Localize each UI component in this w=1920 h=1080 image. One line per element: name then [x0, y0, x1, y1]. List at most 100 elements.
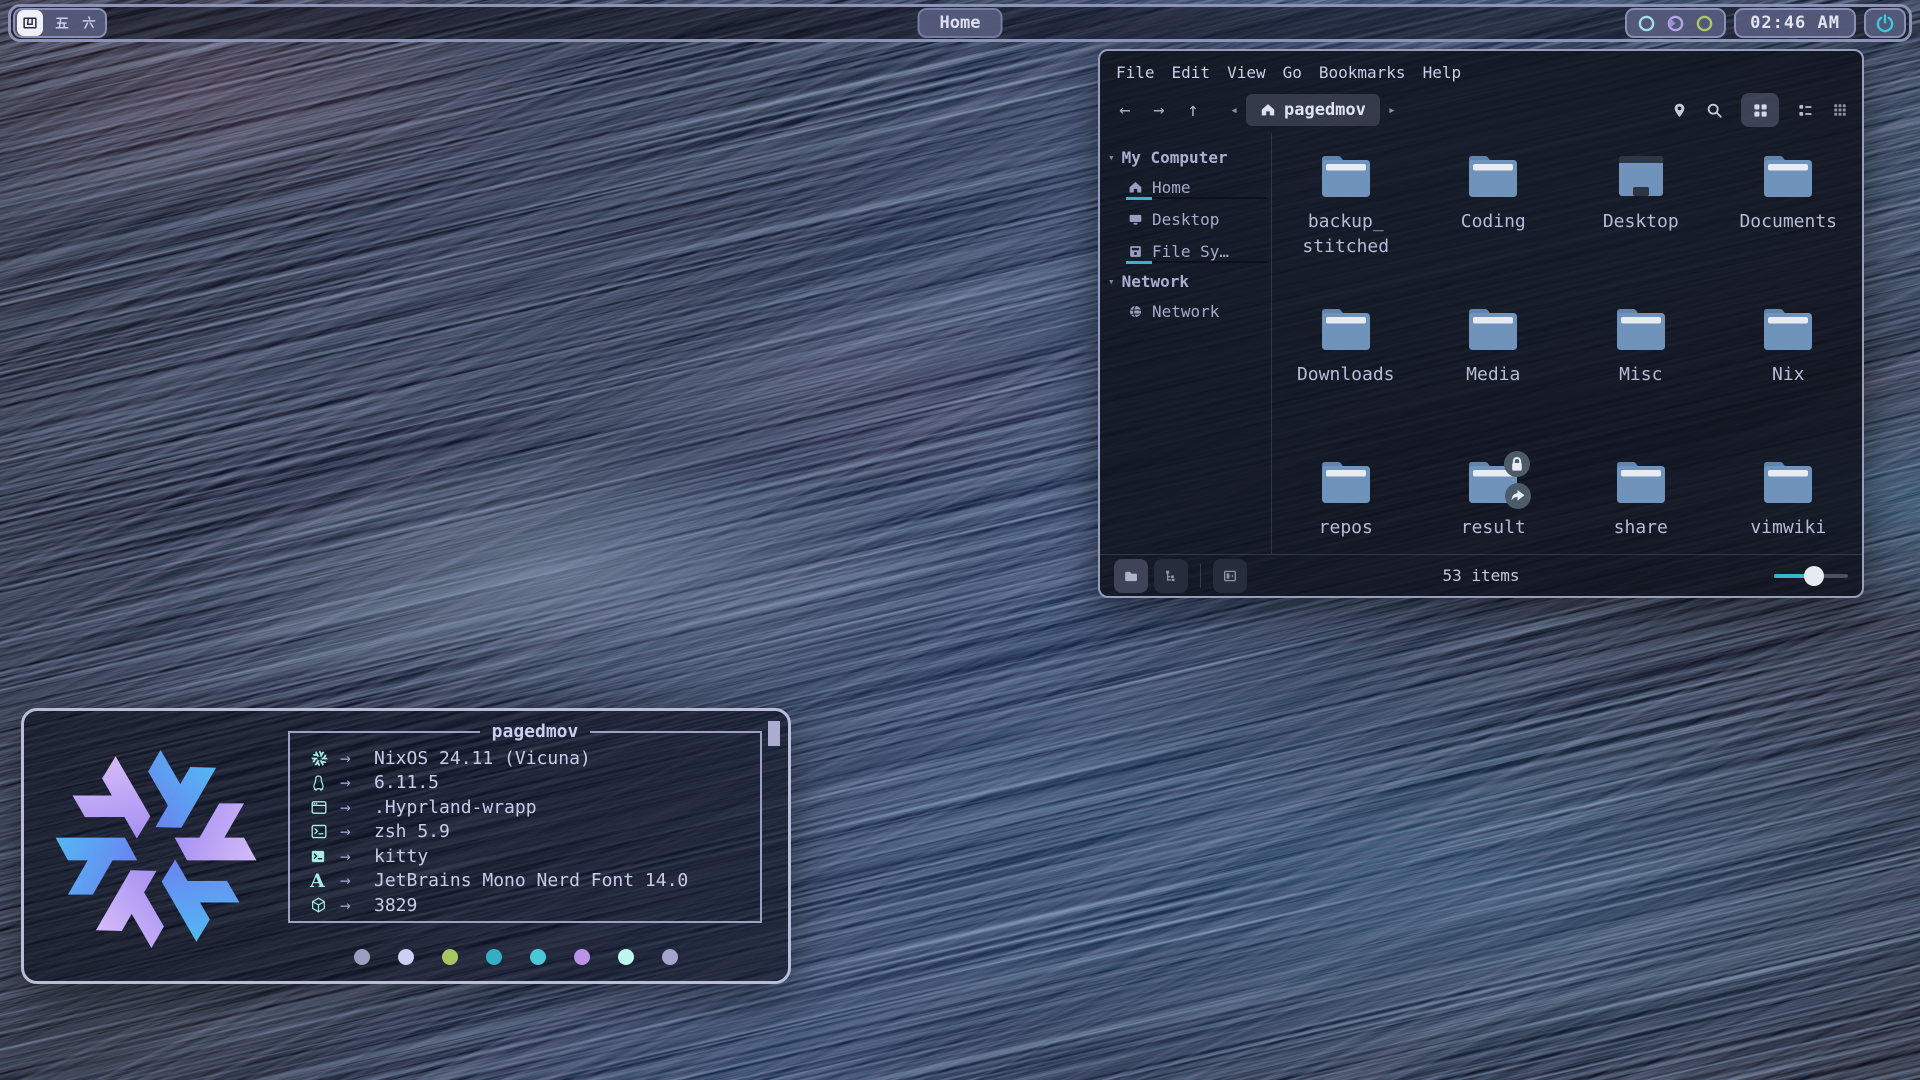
os-value: NixOS 24.11 (Vicuna)	[374, 748, 591, 769]
folder-icon	[1760, 304, 1816, 354]
fetch-terminal-panel: pagedmov → NixOS 24.11 (Vicuna)	[21, 708, 791, 984]
packages-icon	[310, 896, 340, 914]
sidebar-group-label: Network	[1122, 272, 1189, 291]
folder-icon	[1613, 457, 1669, 507]
sidebar-item-file-system[interactable]: File Sy…	[1100, 235, 1271, 267]
sidebar-item-home[interactable]: Home	[1100, 171, 1271, 203]
home-icon	[1260, 102, 1276, 118]
file-item-label: share	[1614, 515, 1668, 540]
tux-penguin-icon	[310, 774, 340, 792]
slider-handle[interactable]	[1804, 566, 1824, 586]
sidebar-item-label: Home	[1152, 178, 1191, 197]
sidebar-item-label: Desktop	[1152, 210, 1219, 229]
arrow-glyph: →	[340, 846, 374, 867]
power-icon	[1875, 13, 1895, 33]
cpu-ring-icon	[1637, 14, 1656, 33]
kernel-value: 6.11.5	[374, 772, 439, 793]
status-bar: 53 items	[1100, 554, 1862, 596]
sidebar-item-network[interactable]: Network	[1100, 295, 1271, 327]
arrow-glyph: →	[340, 821, 374, 842]
terminal-icon	[310, 849, 340, 864]
power-button[interactable]	[1864, 8, 1906, 38]
workspace-4-glyph	[22, 15, 38, 31]
back-button[interactable]: ←	[1110, 99, 1140, 121]
palette-dot	[442, 949, 458, 965]
compact-view-icon[interactable]	[1832, 102, 1848, 118]
workspace-6-button[interactable]	[81, 15, 97, 31]
sidebar-group-my-computer[interactable]: ▾ My Computer	[1100, 143, 1271, 171]
sidebar-group-label: My Computer	[1122, 148, 1228, 167]
workspace-5-button[interactable]	[54, 15, 70, 31]
file-item-media[interactable]: Media	[1420, 304, 1568, 457]
folder-icon	[1318, 457, 1374, 507]
clock: 02:46 AM	[1734, 8, 1856, 38]
file-item-coding[interactable]: Coding	[1420, 151, 1568, 304]
file-item-label: Desktop	[1603, 209, 1679, 234]
symlink-emblem-icon	[1505, 483, 1531, 509]
folder-icon	[1613, 304, 1669, 354]
tab-scroll-left-icon[interactable]: ◂	[1226, 103, 1242, 118]
sidebar-item-desktop[interactable]: Desktop	[1100, 203, 1271, 235]
fetch-row-os: → NixOS 24.11 (Vicuna)	[310, 746, 760, 771]
menu-bookmarks[interactable]: Bookmarks	[1319, 63, 1406, 82]
arrow-glyph: →	[340, 895, 374, 916]
sidebar-item-label: File Sy…	[1152, 242, 1229, 261]
filesystem-icon	[1128, 244, 1143, 259]
location-pin-icon[interactable]	[1671, 102, 1688, 119]
zoom-slider[interactable]	[1774, 566, 1848, 586]
nixos-logo	[40, 733, 272, 965]
file-item-label: Misc	[1619, 362, 1662, 387]
menu-view[interactable]: View	[1227, 63, 1266, 82]
file-item-label: result	[1461, 515, 1526, 540]
file-item-downloads[interactable]: Downloads	[1272, 304, 1420, 457]
tab-scroll-right-icon[interactable]: ▸	[1384, 103, 1400, 118]
font-value: JetBrains Mono Nerd Font 14.0	[374, 870, 688, 891]
icon-view-button[interactable]	[1741, 93, 1779, 127]
shell-icon	[310, 823, 340, 840]
desktop-icon	[1128, 212, 1143, 227]
arrow-glyph: →	[340, 772, 374, 793]
active-window-title: Home	[918, 8, 1003, 38]
forward-button[interactable]: →	[1144, 99, 1174, 121]
menu-edit[interactable]: Edit	[1172, 63, 1211, 82]
folder-pane-icon	[1123, 568, 1139, 584]
collapse-triangle-icon: ▾	[1108, 275, 1115, 288]
item-count: 53 items	[1442, 566, 1519, 585]
file-item-nix[interactable]: Nix	[1715, 304, 1863, 457]
packages-value: 3829	[374, 895, 417, 916]
places-pane-button[interactable]	[1114, 559, 1148, 593]
file-item-label: vimwiki	[1750, 515, 1826, 540]
palette-dot	[398, 949, 414, 965]
lock-emblem-icon	[1504, 451, 1530, 477]
search-icon[interactable]	[1706, 102, 1723, 119]
file-manager-window: File Edit View Go Bookmarks Help ← → ↑ ◂…	[1098, 49, 1864, 598]
fetch-info-box: pagedmov → NixOS 24.11 (Vicuna)	[288, 721, 762, 923]
nix-snowflake-icon	[310, 749, 340, 768]
folder-icon	[1318, 304, 1374, 354]
hostname: pagedmov	[480, 721, 591, 742]
path-button[interactable]: pagedmov	[1246, 94, 1380, 126]
up-button[interactable]: ↑	[1178, 99, 1208, 121]
dir-tree-pane-button[interactable]	[1154, 559, 1188, 593]
icon-view: backup_ stitched Coding Desktop Document…	[1272, 133, 1862, 554]
toggle-sidepane-button[interactable]	[1213, 559, 1247, 593]
file-item-backup-stitched[interactable]: backup_ stitched	[1272, 151, 1420, 304]
system-monitor-module	[1625, 8, 1726, 38]
memory-ring-icon	[1666, 14, 1685, 33]
arrow-glyph: →	[340, 870, 374, 891]
menu-help[interactable]: Help	[1423, 63, 1462, 82]
terminal-palette	[354, 949, 678, 965]
workspace-4-button[interactable]	[17, 10, 43, 36]
list-view-icon[interactable]	[1797, 102, 1814, 119]
file-item-desktop[interactable]: Desktop	[1567, 151, 1715, 304]
sidebar-group-network[interactable]: ▾ Network	[1100, 267, 1271, 295]
file-item-documents[interactable]: Documents	[1715, 151, 1863, 304]
current-path: pagedmov	[1284, 100, 1366, 120]
fetch-row-shell: → zsh 5.9	[310, 820, 760, 845]
disk-ring-icon	[1695, 14, 1714, 33]
menu-go[interactable]: Go	[1283, 63, 1302, 82]
file-item-misc[interactable]: Misc	[1567, 304, 1715, 457]
toolbar: ← → ↑ ◂ pagedmov ▸	[1100, 87, 1862, 133]
fetch-row-packages: → 3829	[310, 893, 760, 918]
menu-file[interactable]: File	[1116, 63, 1155, 82]
